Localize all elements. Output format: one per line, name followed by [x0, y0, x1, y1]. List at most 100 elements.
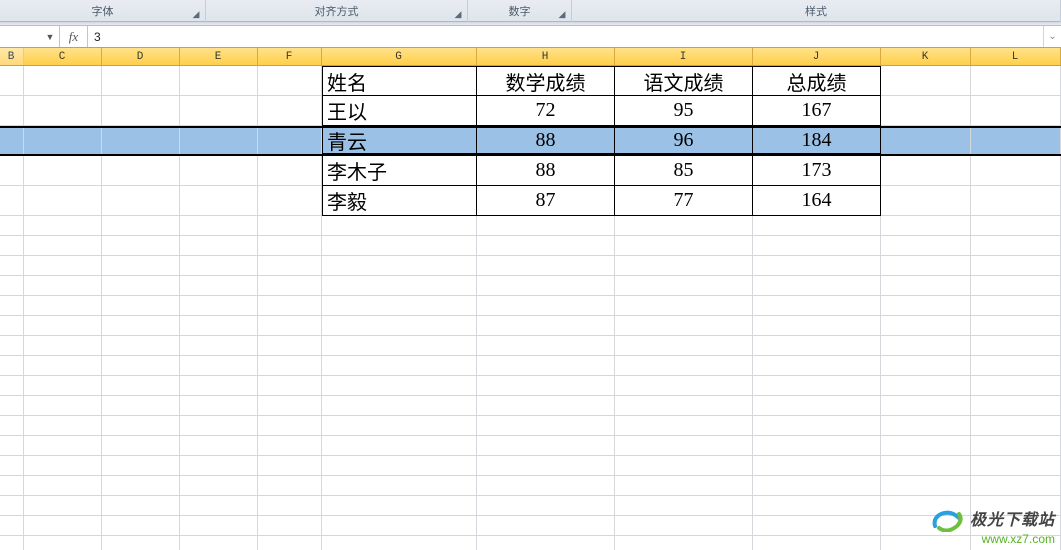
cell[interactable]: [180, 376, 258, 396]
cell[interactable]: [180, 536, 258, 550]
cell[interactable]: [0, 416, 24, 436]
cell[interactable]: [180, 216, 258, 236]
cell[interactable]: [881, 296, 971, 316]
cell[interactable]: [102, 66, 180, 96]
cell[interactable]: [753, 416, 881, 436]
cell[interactable]: [477, 236, 615, 256]
cell[interactable]: [258, 496, 322, 516]
cell[interactable]: [0, 436, 24, 456]
cell[interactable]: [971, 96, 1061, 126]
cell[interactable]: [971, 276, 1061, 296]
cell[interactable]: [0, 516, 24, 536]
cell[interactable]: [102, 276, 180, 296]
cell[interactable]: [0, 128, 24, 154]
cell[interactable]: [180, 66, 258, 96]
cell[interactable]: [24, 376, 102, 396]
cell[interactable]: [615, 376, 753, 396]
cell[interactable]: [258, 416, 322, 436]
cell[interactable]: [477, 256, 615, 276]
cell[interactable]: [322, 276, 477, 296]
cell[interactable]: [753, 436, 881, 456]
formula-expand-icon[interactable]: ⌄: [1043, 26, 1061, 47]
cell[interactable]: [615, 436, 753, 456]
cell[interactable]: [0, 316, 24, 336]
cell[interactable]: [477, 536, 615, 550]
cell[interactable]: [24, 536, 102, 550]
cell[interactable]: [102, 396, 180, 416]
cell[interactable]: [180, 296, 258, 316]
col-header-G[interactable]: G: [322, 48, 477, 65]
cell[interactable]: [0, 456, 24, 476]
cell[interactable]: [753, 316, 881, 336]
cell[interactable]: [477, 476, 615, 496]
dialog-launcher-icon[interactable]: ◢: [555, 7, 569, 21]
cell[interactable]: [971, 216, 1061, 236]
col-header-K[interactable]: K: [881, 48, 971, 65]
cell[interactable]: [971, 128, 1061, 154]
cell[interactable]: [881, 336, 971, 356]
cell[interactable]: [322, 256, 477, 276]
cell[interactable]: [24, 96, 102, 126]
cell[interactable]: [102, 516, 180, 536]
cell[interactable]: [881, 416, 971, 436]
cell[interactable]: [753, 536, 881, 550]
cell[interactable]: [322, 376, 477, 396]
cell[interactable]: [477, 296, 615, 316]
cell[interactable]: [258, 156, 322, 186]
cell[interactable]: [881, 276, 971, 296]
cell[interactable]: [180, 276, 258, 296]
dialog-launcher-icon[interactable]: ◢: [189, 7, 203, 21]
cell-math[interactable]: 72: [477, 96, 615, 126]
cell[interactable]: [971, 536, 1061, 550]
cell-name[interactable]: 李木子: [322, 156, 477, 186]
cell[interactable]: [24, 296, 102, 316]
cell[interactable]: [0, 476, 24, 496]
cell[interactable]: [0, 496, 24, 516]
cell[interactable]: [753, 496, 881, 516]
cell[interactable]: [477, 416, 615, 436]
cell[interactable]: [971, 456, 1061, 476]
cell[interactable]: [971, 296, 1061, 316]
cell[interactable]: [258, 376, 322, 396]
cell[interactable]: [753, 396, 881, 416]
cell[interactable]: [102, 236, 180, 256]
cell[interactable]: [102, 416, 180, 436]
cell-chinese[interactable]: 96: [615, 128, 753, 154]
cell[interactable]: [24, 416, 102, 436]
cell-chinese[interactable]: 95: [615, 96, 753, 126]
cell[interactable]: [615, 296, 753, 316]
cell[interactable]: [180, 396, 258, 416]
cell[interactable]: [322, 356, 477, 376]
cell[interactable]: [881, 376, 971, 396]
cell[interactable]: [258, 316, 322, 336]
cell[interactable]: [258, 296, 322, 316]
cell[interactable]: [971, 186, 1061, 216]
cell[interactable]: [102, 316, 180, 336]
cell[interactable]: [180, 256, 258, 276]
cell[interactable]: [881, 496, 971, 516]
cell[interactable]: [24, 336, 102, 356]
cell[interactable]: [753, 476, 881, 496]
cell[interactable]: [24, 216, 102, 236]
cell[interactable]: [881, 316, 971, 336]
cell[interactable]: [0, 296, 24, 316]
cell[interactable]: [0, 216, 24, 236]
cell[interactable]: [102, 156, 180, 186]
cell[interactable]: [615, 236, 753, 256]
cell[interactable]: [258, 216, 322, 236]
cell[interactable]: [0, 156, 24, 186]
cell[interactable]: [615, 496, 753, 516]
cell[interactable]: [753, 236, 881, 256]
cell[interactable]: [753, 256, 881, 276]
cell-total[interactable]: 167: [753, 96, 881, 126]
cell[interactable]: [102, 476, 180, 496]
cell-name[interactable]: 王以: [322, 96, 477, 126]
cell[interactable]: [881, 256, 971, 276]
cell[interactable]: [971, 396, 1061, 416]
cell[interactable]: [615, 256, 753, 276]
cell[interactable]: [258, 96, 322, 126]
cell[interactable]: [102, 336, 180, 356]
cell[interactable]: [477, 496, 615, 516]
header-total[interactable]: 总成绩: [753, 66, 881, 96]
cell[interactable]: [881, 66, 971, 96]
